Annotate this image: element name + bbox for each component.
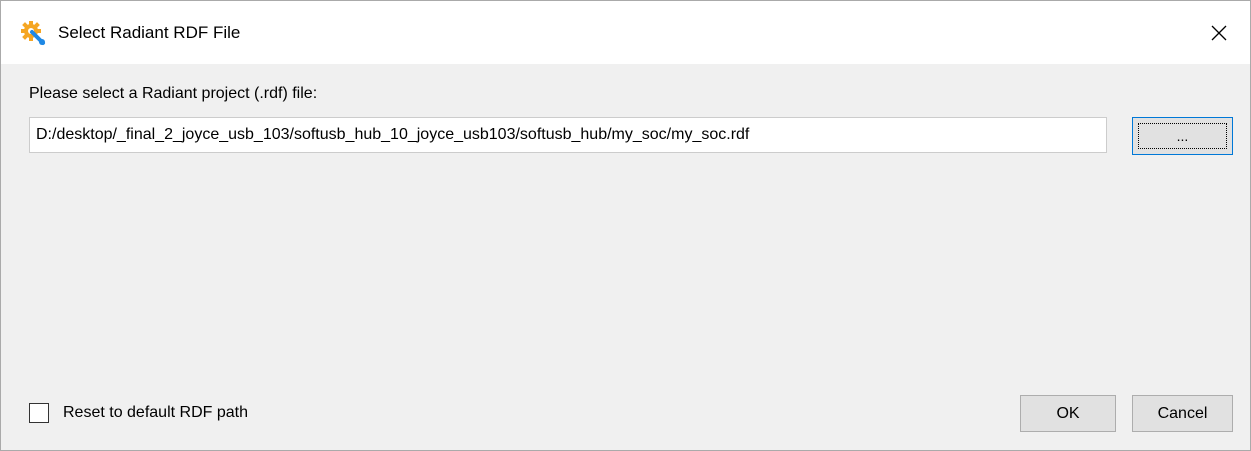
title-bar: Select Radiant RDF File <box>1 1 1250 64</box>
reset-default-checkbox[interactable] <box>29 403 49 423</box>
close-button[interactable] <box>1188 1 1250 64</box>
cancel-button[interactable]: Cancel <box>1132 395 1233 432</box>
reset-default-checkbox-row[interactable]: Reset to default RDF path <box>29 403 248 423</box>
browse-button-label: ... <box>1138 123 1227 149</box>
dialog-window: Select Radiant RDF File Please select a … <box>0 0 1251 451</box>
dialog-content: Please select a Radiant project (.rdf) f… <box>1 64 1250 450</box>
window-title: Select Radiant RDF File <box>58 23 241 42</box>
ok-button[interactable]: OK <box>1020 395 1116 432</box>
reset-default-label: Reset to default RDF path <box>63 404 248 421</box>
browse-button[interactable]: ... <box>1132 117 1233 155</box>
prompt-label: Please select a Radiant project (.rdf) f… <box>29 85 318 102</box>
close-icon <box>1211 25 1227 40</box>
gear-wrench-icon <box>20 20 46 46</box>
rdf-path-input[interactable] <box>29 117 1107 153</box>
